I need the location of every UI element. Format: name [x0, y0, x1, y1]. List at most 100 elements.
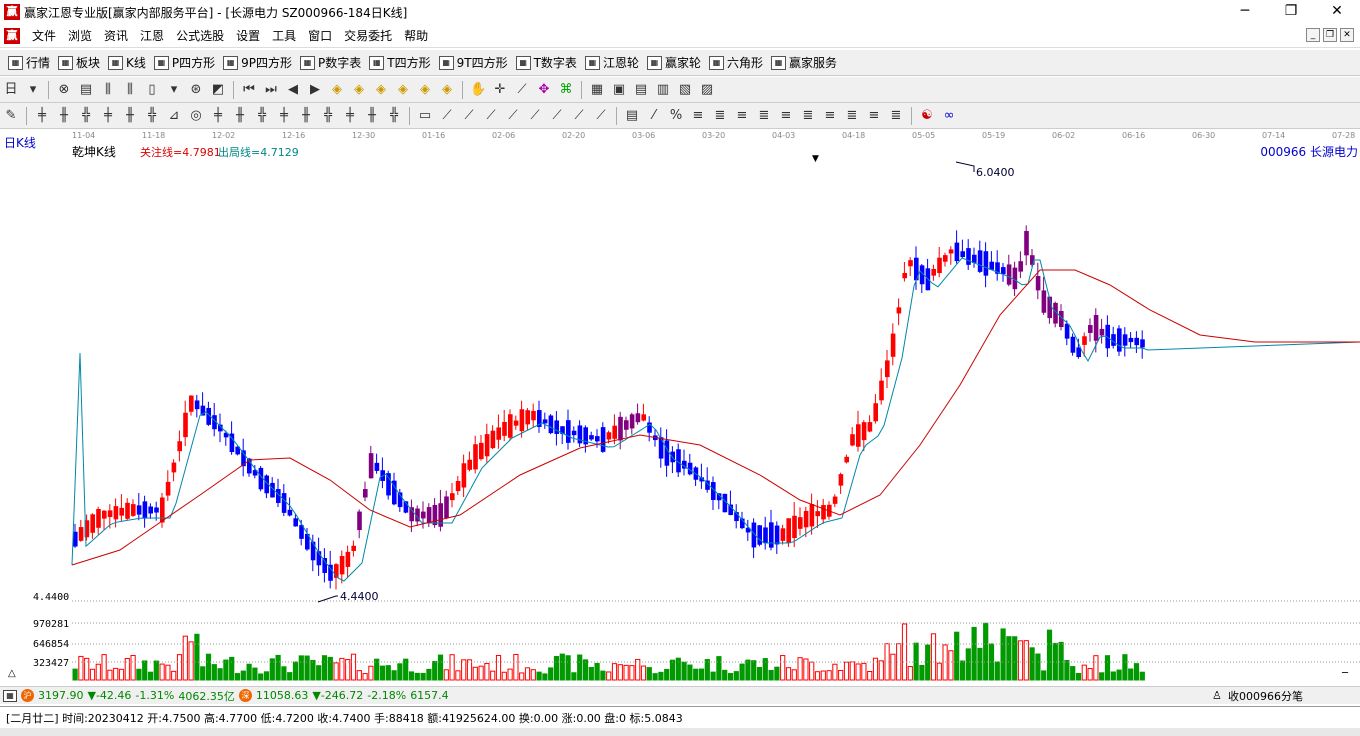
grid8-icon[interactable]: ╫: [232, 108, 248, 124]
ray1-icon[interactable]: ⟋: [439, 108, 455, 124]
indicator-icon[interactable]: ⊛: [188, 82, 204, 98]
toolbar-p9-button[interactable]: ▦ 9P四方形: [223, 54, 292, 71]
menu-trade[interactable]: 交易委托: [338, 27, 398, 44]
candlestick-chart[interactable]: 6.0400 4.4400 4.4400 970281 646854 323427 ▼ △ ─: [0, 130, 1360, 685]
grid1-icon[interactable]: ╪: [34, 108, 50, 124]
maximize-button[interactable]: ❐: [1268, 0, 1314, 24]
calc-icon[interactable]: ▣: [611, 82, 627, 98]
grid4-icon[interactable]: ╪: [100, 108, 116, 124]
lines9-icon[interactable]: ≡: [866, 108, 882, 124]
grid14-icon[interactable]: ╫: [364, 108, 380, 124]
print-icon[interactable]: ▧: [677, 82, 693, 98]
lines1-icon[interactable]: ≡: [690, 108, 706, 124]
zoom3-icon[interactable]: ◈: [373, 82, 389, 98]
draw-icon[interactable]: ◩: [210, 82, 226, 98]
rect1-icon[interactable]: ▭: [417, 108, 433, 124]
fan-icon[interactable]: ⊿: [166, 108, 182, 124]
cross-icon[interactable]: ✛: [492, 82, 508, 98]
yinyang-icon[interactable]: ☯: [919, 108, 935, 124]
lines2-icon[interactable]: ≣: [712, 108, 728, 124]
grid11-icon[interactable]: ╫: [298, 108, 314, 124]
percent-icon[interactable]: %: [668, 108, 684, 124]
ray2-icon[interactable]: ⟋: [461, 108, 477, 124]
lines6-icon[interactable]: ≣: [800, 108, 816, 124]
toolbar-pn-button[interactable]: ▦ P数字表: [300, 54, 361, 71]
toolbar-wheel-button[interactable]: ▦ 江恩轮: [584, 54, 639, 71]
disk-icon[interactable]: ▥: [655, 82, 671, 98]
ray6-icon[interactable]: ⟋: [549, 108, 565, 124]
tool-icon[interactable]: ⌘: [558, 82, 574, 98]
mode-label[interactable]: 收000966分笔: [1228, 688, 1303, 704]
zoom-in-icon[interactable]: ◈: [329, 82, 345, 98]
calendar-icon[interactable]: ▦: [589, 82, 605, 98]
lines5-icon[interactable]: ≡: [778, 108, 794, 124]
first-icon[interactable]: ⏮: [241, 82, 257, 98]
grid9-icon[interactable]: ╬: [254, 108, 270, 124]
dropdown2-icon[interactable]: ▾: [166, 82, 182, 98]
right-icon[interactable]: ▶: [307, 82, 323, 98]
grid7-icon[interactable]: ╪: [210, 108, 226, 124]
grid10-icon[interactable]: ╪: [276, 108, 292, 124]
grid13-icon[interactable]: ╪: [342, 108, 358, 124]
period-icon[interactable]: 日: [3, 82, 19, 98]
menu-help[interactable]: 帮助: [398, 27, 434, 44]
ray5-icon[interactable]: ⟋: [527, 108, 543, 124]
lines7-icon[interactable]: ≡: [822, 108, 838, 124]
fib-icon[interactable]: ⁄: [646, 108, 662, 124]
menu-file[interactable]: 文件: [26, 27, 62, 44]
zoom5-icon[interactable]: ◈: [417, 82, 433, 98]
hand-icon[interactable]: ✋: [470, 82, 486, 98]
close-button[interactable]: ✕: [1314, 0, 1360, 24]
minimize-button[interactable]: ─: [1222, 0, 1268, 24]
candle-small2-icon[interactable]: ⫼: [122, 82, 138, 98]
toolbar-table-button[interactable]: ▦ 行情: [8, 54, 50, 71]
line-icon[interactable]: ⟋: [514, 82, 530, 98]
left-icon[interactable]: ◀: [285, 82, 301, 98]
menu-formula[interactable]: 公式选股: [170, 27, 230, 44]
candle-small-icon[interactable]: ⫼: [100, 82, 116, 98]
toolbar-block-button[interactable]: ▦ 板块: [58, 54, 100, 71]
save-icon[interactable]: ▤: [633, 82, 649, 98]
menu-gann[interactable]: 江恩: [134, 27, 170, 44]
grid15-icon[interactable]: ╬: [386, 108, 402, 124]
grid12-icon[interactable]: ╬: [320, 108, 336, 124]
chart-area[interactable]: 11-04 11-18 12-02 12-16 12-30 01-16 02-06 02-20…: [0, 130, 1360, 685]
ray4-icon[interactable]: ⟋: [505, 108, 521, 124]
bar-dropdown-icon[interactable]: ▯: [144, 82, 160, 98]
lines4-icon[interactable]: ≣: [756, 108, 772, 124]
pattern-icon[interactable]: ✥: [536, 82, 552, 98]
circle-icon[interactable]: ◎: [188, 108, 204, 124]
menu-window[interactable]: 窗口: [302, 27, 338, 44]
zoom-out-icon[interactable]: ◈: [351, 82, 367, 98]
mdi-restore-button[interactable]: ❐: [1323, 28, 1337, 42]
grid-icon[interactable]: ▦: [3, 689, 17, 702]
toolbar-p-button[interactable]: ▦ P四方形: [153, 54, 215, 71]
toolbar-dollar-button[interactable]: ▦ 赢家服务: [770, 54, 837, 71]
ray7-icon[interactable]: ⟋: [571, 108, 587, 124]
toolbar-wheel2-button[interactable]: ▦ 赢家轮: [646, 54, 701, 71]
grid6-icon[interactable]: ╬: [144, 108, 160, 124]
ray8-icon[interactable]: ⟋: [593, 108, 609, 124]
zoom6-icon[interactable]: ◈: [439, 82, 455, 98]
menu-settings[interactable]: 设置: [230, 27, 266, 44]
toolbar-ts-button[interactable]: ▦ T四方形: [369, 54, 431, 71]
menu-tools[interactable]: 工具: [266, 27, 302, 44]
doc-icon[interactable]: ▤: [78, 82, 94, 98]
menu-news[interactable]: 资讯: [98, 27, 134, 44]
mdi-minimize-button[interactable]: _: [1306, 28, 1320, 42]
menu-browse[interactable]: 浏览: [62, 27, 98, 44]
toolbar-candle-button[interactable]: ▦ K线: [108, 54, 146, 71]
zoom4-icon[interactable]: ◈: [395, 82, 411, 98]
toolbar-t9-button[interactable]: ▦ 9T四方形: [438, 54, 508, 71]
table-tool-icon[interactable]: ▤: [624, 108, 640, 124]
toolbar-hex-button[interactable]: ▦ 六角形: [708, 54, 763, 71]
export-icon[interactable]: ▨: [699, 82, 715, 98]
mdi-close-button[interactable]: ✕: [1340, 28, 1354, 42]
last-icon[interactable]: ⏭: [263, 82, 279, 98]
ray3-icon[interactable]: ⟋: [483, 108, 499, 124]
lines8-icon[interactable]: ≣: [844, 108, 860, 124]
dropdown-icon[interactable]: ▾: [25, 82, 41, 98]
lines10-icon[interactable]: ≣: [888, 108, 904, 124]
lines3-icon[interactable]: ≡: [734, 108, 750, 124]
pen-icon[interactable]: ✎: [3, 108, 19, 124]
